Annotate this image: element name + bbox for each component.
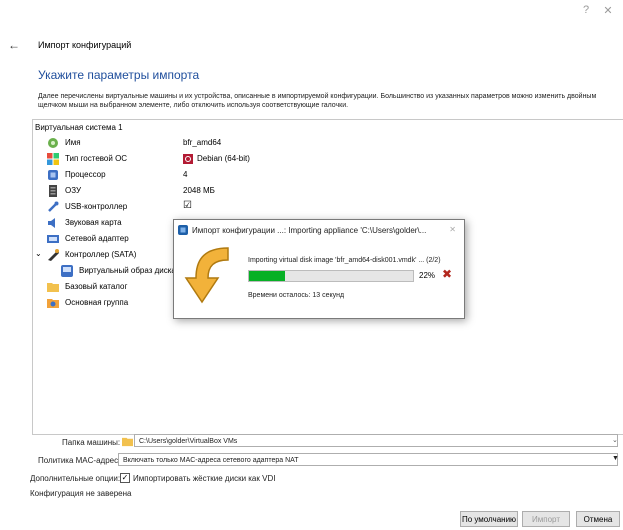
tree-row-label: USB-контроллер: [65, 202, 128, 211]
chevron-down-icon[interactable]: ⌄: [35, 249, 42, 258]
help-button[interactable]: ?: [577, 4, 595, 16]
tree-row-label: Имя: [65, 138, 81, 147]
tree-row-value[interactable]: Debian (64-bit): [197, 154, 250, 163]
tree-row-label: Процессор: [65, 170, 106, 179]
folder-icon: [122, 437, 133, 447]
import-button[interactable]: Импорт: [522, 511, 570, 527]
dialog-title: Импорт конфигурации ...: Importing appli…: [192, 226, 427, 235]
tree-row-value[interactable]: 4: [183, 170, 187, 179]
mac-policy-select[interactable]: Включать только MAC-адреса сетевого адап…: [118, 453, 618, 466]
import-vdi-checkbox[interactable]: ✓: [120, 473, 130, 483]
close-icon[interactable]: ✕: [449, 225, 456, 234]
tree-row-label: Виртуальный образ диска: [79, 266, 176, 275]
machine-folder-label: Папка машины:: [62, 438, 121, 447]
defaults-button[interactable]: По умолчанию: [460, 511, 518, 527]
network-icon: [47, 235, 59, 243]
tree-row-ram[interactable]: ОЗУ 2048 МБ: [33, 183, 621, 199]
import-arrow-icon: [184, 247, 229, 304]
progress-message: Importing virtual disk image 'bfr_amd64-…: [248, 257, 441, 264]
chevron-down-icon[interactable]: ⌄: [612, 436, 618, 444]
tree-row-value[interactable]: 2048 МБ: [183, 186, 215, 195]
folder-icon: [47, 283, 59, 292]
controller-icon: [48, 249, 59, 261]
tree-row-label: Тип гостевой ОС: [65, 154, 128, 163]
import-progress-dialog: Импорт конфигурации ...: Importing appli…: [173, 219, 465, 319]
cancel-import-icon[interactable]: ✖: [442, 267, 452, 281]
close-button[interactable]: ✕: [599, 4, 617, 17]
tree-row-label: Основная группа: [65, 298, 129, 307]
ram-icon: [49, 185, 57, 197]
machine-folder-field[interactable]: C:\Users\golder\VirtualBox VMs: [134, 434, 618, 447]
page-title: Укажите параметры импорта: [38, 68, 200, 82]
audio-icon: [48, 218, 55, 228]
tree-row-label: Контроллер (SATA): [65, 250, 137, 259]
signature-status: Конфигурация не заверена: [30, 489, 132, 498]
tree-row-label: Базовый каталог: [65, 282, 128, 291]
name-icon: [48, 138, 58, 148]
os-type-icon: [47, 153, 59, 165]
virtual-system-label[interactable]: Виртуальная система 1: [35, 123, 123, 132]
disk-image-icon: [61, 265, 73, 277]
tree-row-label: ОЗУ: [65, 186, 82, 195]
wizard-title: Импорт конфигураций: [38, 40, 132, 50]
tree-row-os-type[interactable]: Тип гостевой ОС Debian (64-bit): [33, 151, 621, 167]
progress-bar-fill: [249, 271, 286, 281]
time-remaining: Времени осталось: 13 секунд: [248, 292, 345, 299]
tree-row-label: Звуковая карта: [65, 218, 122, 227]
usb-enabled-checkbox[interactable]: ☑: [183, 200, 192, 211]
progress-percent: 22%: [419, 271, 436, 280]
virtualbox-logo-icon: [178, 225, 188, 235]
tree-row-usb[interactable]: USB-контроллер ☑: [33, 199, 621, 215]
usb-icon: [48, 201, 59, 212]
mac-policy-label: Политика MAC-адреса:: [38, 456, 125, 465]
group-icon: [47, 299, 59, 308]
dropdown-arrow-icon[interactable]: ▼: [612, 455, 619, 462]
debian-logo-icon: [183, 154, 193, 164]
extra-options-label: Дополнительные опции:: [30, 474, 121, 483]
import-vdi-label[interactable]: Импортировать жёсткие диски как VDI: [133, 474, 275, 483]
tree-row-name[interactable]: Имя bfr_amd64: [33, 135, 621, 151]
tree-row-value[interactable]: bfr_amd64: [183, 138, 221, 147]
page-description: Далее перечислены виртуальные машины и и…: [38, 93, 597, 109]
progress-bar: [248, 270, 414, 282]
back-arrow-icon[interactable]: ←: [8, 38, 20, 52]
tree-row-label: Сетевой адаптер: [65, 234, 129, 243]
cpu-icon: [48, 170, 58, 180]
cancel-button[interactable]: Отмена: [576, 511, 620, 527]
tree-row-cpu[interactable]: Процессор 4: [33, 167, 621, 183]
